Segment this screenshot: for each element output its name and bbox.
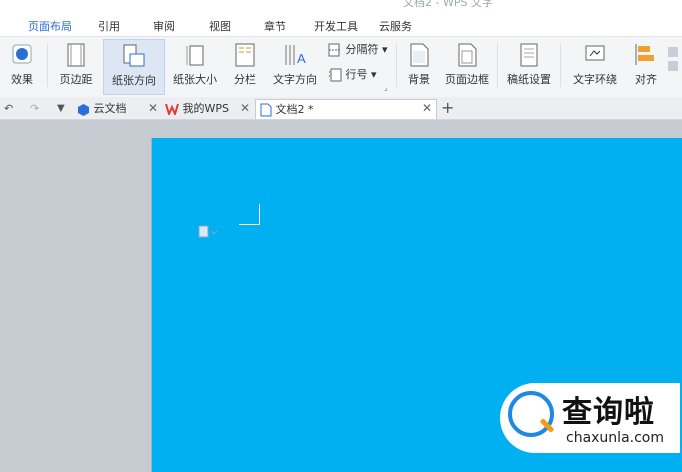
align-button[interactable]: 对齐 xyxy=(628,39,664,93)
margin-corner-mark xyxy=(239,204,260,225)
close-icon[interactable]: ✕ xyxy=(148,99,158,118)
orientation-icon xyxy=(123,44,145,67)
wps-logo-icon xyxy=(165,103,179,117)
more-icon[interactable] xyxy=(666,45,682,75)
menu-tabs: 页面布局 引用 审阅 视图 章节 开发工具 云服务 xyxy=(0,14,682,38)
close-icon[interactable]: ✕ xyxy=(422,99,432,118)
title-bar: 文档2 - WPS 文字 xyxy=(0,0,682,14)
line-numbers-button[interactable]: 行号 ▾ xyxy=(328,66,377,84)
page-border-icon xyxy=(458,43,477,67)
effect-icon xyxy=(12,44,32,64)
text-direction-button[interactable]: A 文字方向 xyxy=(266,39,324,93)
tab-chapter[interactable]: 章节 xyxy=(264,17,286,36)
background-button[interactable]: 背景 xyxy=(400,39,438,93)
columns-button[interactable]: 分栏 xyxy=(227,39,263,93)
document-icon xyxy=(260,103,272,117)
new-tab-icon[interactable]: + xyxy=(441,97,454,119)
align-icon xyxy=(635,44,654,65)
tab-references[interactable]: 引用 xyxy=(98,17,120,36)
text-direction-icon: A xyxy=(285,45,306,66)
tab-document-2[interactable]: 文档2 * xyxy=(255,99,437,119)
redo-icon[interactable]: ↷ xyxy=(30,99,39,118)
effect-button[interactable]: 效果 xyxy=(2,39,42,93)
undo-icon[interactable]: ↶ xyxy=(4,99,13,118)
page-border-button[interactable]: 页面边框 xyxy=(442,39,492,93)
magnifier-icon xyxy=(508,391,554,437)
svg-text:A: A xyxy=(297,51,306,66)
background-icon xyxy=(410,43,429,67)
ribbon-separator xyxy=(47,43,48,87)
tab-review[interactable]: 审阅 xyxy=(153,17,175,36)
columns-icon xyxy=(235,43,255,67)
dropdown-icon[interactable]: ▼ xyxy=(57,99,65,118)
window-title: 文档2 - WPS 文字 xyxy=(403,0,493,9)
ribbon-separator xyxy=(396,43,397,87)
document-tabs: ↶ ↷ ▼ 云文档 ✕ 我的WPS ✕ 文档2 * ✕ + xyxy=(0,97,682,120)
manuscript-icon xyxy=(520,43,538,67)
orientation-button[interactable]: 纸张方向 xyxy=(103,39,165,95)
ribbon: 效果 页边距 纸张方向 纸张大小 分栏 A 文字方向 分隔符 ▾ 行号 ▾ 背景… xyxy=(0,36,682,98)
breaks-button[interactable]: 分隔符 ▾ xyxy=(328,41,388,59)
tab-page-layout[interactable]: 页面布局 xyxy=(26,17,74,38)
cloud-docs-icon xyxy=(78,103,89,116)
margins-button[interactable]: 页边距 xyxy=(52,39,100,93)
manuscript-button[interactable]: 稿纸设置 xyxy=(502,39,556,93)
tab-developer[interactable]: 开发工具 xyxy=(314,17,358,36)
wrap-text-icon xyxy=(585,45,605,61)
ribbon-separator xyxy=(560,43,561,87)
watermark-logo: 查询啦 chaxunla.com xyxy=(500,383,680,453)
tab-cloud-docs[interactable]: 云文档 xyxy=(77,99,127,118)
line-numbers-icon xyxy=(329,68,342,82)
dialog-launcher-icon[interactable]: ⌟ xyxy=(384,83,388,92)
tab-cloud-service[interactable]: 云服务 xyxy=(379,17,412,36)
ribbon-separator xyxy=(497,43,498,87)
wrap-text-button[interactable]: 文字环绕 xyxy=(564,39,626,93)
paste-options-icon[interactable] xyxy=(198,225,218,239)
paper-size-icon xyxy=(186,45,204,66)
tab-view[interactable]: 视图 xyxy=(209,17,231,36)
margins-icon xyxy=(67,43,85,67)
breaks-icon xyxy=(328,43,341,57)
close-icon[interactable]: ✕ xyxy=(240,99,250,118)
size-button[interactable]: 纸张大小 xyxy=(166,39,224,93)
tab-my-wps[interactable]: 我的WPS xyxy=(165,99,229,118)
